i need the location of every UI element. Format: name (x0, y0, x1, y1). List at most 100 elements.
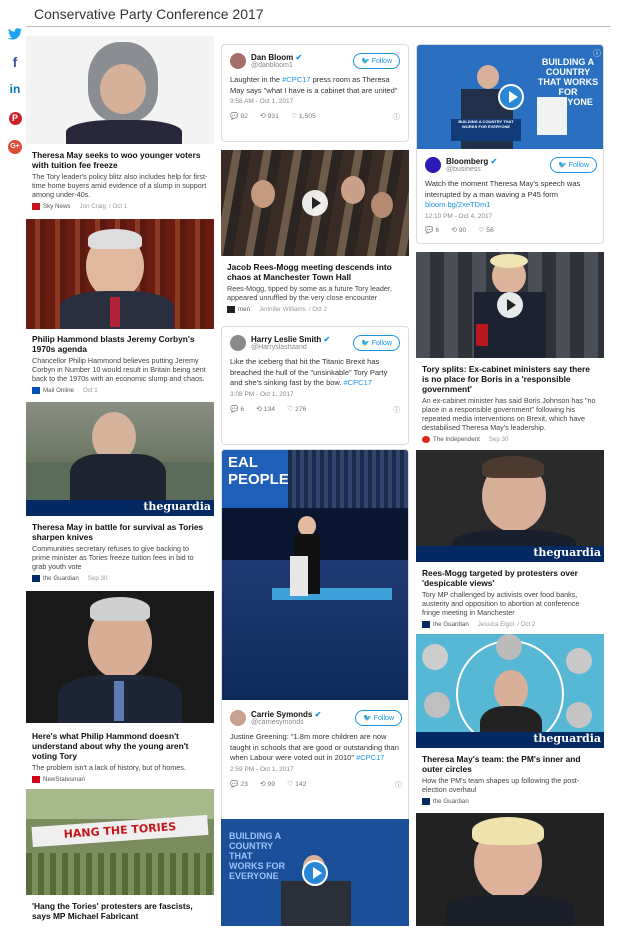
tweet-time[interactable]: 3:08 PM - Oct 1, 2017 (222, 389, 408, 398)
tweet-author[interactable]: Dan Bloom ✔ (251, 53, 348, 62)
like-button[interactable]: ♡ 56 (478, 226, 494, 234)
reply-button[interactable]: 💬 92 (230, 112, 248, 120)
info-icon[interactable]: ⓘ (393, 404, 400, 414)
tweet-time[interactable]: 2:59 PM - Oct 1, 2017 (222, 764, 408, 773)
guardian-logo-icon (422, 798, 430, 805)
tweet-card[interactable]: Dan Bloom ✔ @danbloom1 🐦 Follow Laughter… (221, 44, 409, 142)
pinterest-glyph: P (8, 112, 22, 125)
avatar (230, 710, 246, 726)
article-card[interactable]: Theresa May seeks to woo younger voters … (26, 36, 214, 216)
google-plus-glyph: G+ (8, 140, 22, 154)
hashtag-link[interactable]: #CPC17 (356, 753, 384, 762)
play-icon[interactable] (497, 292, 523, 318)
tweet-time[interactable]: 12:10 PM - Oct 4, 2017 (417, 211, 603, 220)
hashtag-link[interactable]: #CPC17 (344, 378, 372, 387)
info-icon[interactable]: ⓘ (395, 779, 402, 789)
video-thumbnail[interactable] (221, 150, 409, 256)
article-card[interactable]: theguardia Theresa May's team: the PM's … (416, 634, 604, 809)
tweet-handle[interactable]: @danbloom1 (251, 62, 348, 69)
article-card[interactable]: Philip Hammond blasts Jeremy Corbyn's 19… (26, 219, 214, 399)
follow-button[interactable]: 🐦 Follow (353, 335, 400, 351)
retweet-button[interactable]: ⟲ 90 (451, 226, 466, 234)
info-icon[interactable]: ⓘ (593, 48, 601, 59)
article-image (26, 219, 214, 329)
article-summary: How the PM's team shapes up following th… (422, 776, 580, 794)
article-headline[interactable]: Theresa May's team: the PM's inner and o… (416, 754, 604, 774)
newstatesman-logo-icon (32, 776, 40, 783)
article-card[interactable]: Jacob Rees-Mogg meeting descends into ch… (221, 150, 409, 320)
google-plus-icon[interactable]: G+ (6, 134, 24, 154)
article-summary: The Tory leader's policy blitz also incl… (32, 172, 208, 199)
like-button[interactable]: ♡ 142 (287, 780, 306, 788)
tweet-text: Laughter in the #CPC17 press room as The… (230, 75, 398, 95)
article-card[interactable]: Tory splits: Ex-cabinet ministers say th… (416, 252, 604, 448)
article-headline[interactable]: Theresa May seeks to woo younger voters … (26, 150, 214, 170)
share-bar: f in P G+ (6, 26, 24, 161)
play-icon[interactable] (302, 859, 328, 886)
tweet-time[interactable]: 9:58 AM - Oct 1, 2017 (222, 96, 408, 105)
article-image: HANG THE TORIES (26, 789, 214, 895)
guardian-watermark: theguardia (26, 500, 214, 516)
article-headline[interactable]: Philip Hammond blasts Jeremy Corbyn's 19… (26, 334, 214, 354)
video-thumbnail[interactable]: BUILDING A COUNTRY THAT WORKS FOR EVERYO… (221, 819, 409, 926)
article-card[interactable] (416, 813, 604, 926)
article-headline[interactable]: 'Hang the Tories' protesters are fascist… (26, 901, 214, 921)
article-headline[interactable]: Theresa May in battle for survival as To… (26, 522, 214, 542)
lectern-slogan: BUILDING A COUNTRY THAT WORKS FOR EVERYO… (451, 119, 521, 141)
reply-button[interactable]: 💬 6 (425, 226, 439, 234)
like-button[interactable]: ♡ 1,505 (291, 112, 316, 120)
guardian-logo-icon (32, 575, 40, 582)
tweet-handle[interactable]: @Harryslaststand (251, 344, 348, 351)
video-thumbnail[interactable] (416, 252, 604, 358)
reply-button[interactable]: 💬 23 (230, 780, 248, 788)
article-card[interactable]: theguardia Rees-Mogg targeted by protest… (416, 450, 604, 630)
tweet-author[interactable]: Harry Leslie Smith ✔ (251, 335, 348, 344)
article-date: Sep 30 (488, 436, 509, 443)
reply-button[interactable]: 💬 6 (230, 405, 244, 413)
video-card[interactable]: BUILDING A COUNTRY THAT WORKS FOR EVERYO… (221, 819, 409, 926)
tweet-author[interactable]: Carrie Symonds ✔ (251, 710, 350, 719)
video-thumbnail[interactable]: BUILDING A COUNTRY THAT WORKS FOR EVERYO… (417, 45, 603, 149)
tweet-card[interactable]: Harry Leslie Smith ✔ @Harryslaststand 🐦 … (221, 326, 409, 445)
article-card[interactable]: Here's what Philip Hammond doesn't under… (26, 591, 214, 786)
article-headline[interactable]: Tory splits: Ex-cabinet ministers say th… (416, 364, 604, 394)
article-summary: An ex-cabinet minister has said Boris Jo… (422, 396, 596, 432)
linkedin-icon[interactable]: in (6, 80, 24, 98)
article-headline[interactable]: Rees-Mogg targeted by protesters over 'd… (416, 568, 604, 588)
tweet-text: Watch the moment Theresa May's speech wa… (425, 179, 581, 209)
tweet-link[interactable]: bloom.bg/2xeTDm1 (425, 200, 490, 209)
info-icon[interactable]: ⓘ (393, 111, 400, 121)
facebook-icon[interactable]: f (6, 53, 24, 71)
follow-button[interactable]: 🐦 Follow (550, 157, 597, 173)
follow-button[interactable]: 🐦 Follow (353, 53, 400, 69)
article-headline[interactable]: Jacob Rees-Mogg meeting descends into ch… (221, 262, 409, 282)
avatar (425, 157, 441, 173)
hashtag-link[interactable]: #CPC17 (282, 75, 310, 84)
article-card[interactable]: theguardia Theresa May in battle for sur… (26, 402, 214, 584)
source-name: the Guardian (43, 575, 79, 582)
guardian-logo-icon (422, 621, 430, 628)
play-icon[interactable] (302, 190, 328, 216)
article-summary: Chancellor Philip Hammond believes putti… (32, 356, 206, 383)
tweet-card[interactable]: BUILDING A COUNTRY THAT WORKS FOR EVERYO… (416, 44, 604, 244)
retweet-button[interactable]: ⟲ 134 (256, 405, 275, 413)
avatar (230, 53, 246, 69)
follow-button[interactable]: 🐦 Follow (355, 710, 402, 726)
author-name: Jessica Elgot (477, 621, 515, 628)
twitter-icon[interactable] (6, 26, 24, 44)
like-button[interactable]: ♡ 276 (287, 405, 306, 413)
tweet-author[interactable]: Bloomberg ✔ (446, 157, 545, 166)
retweet-button[interactable]: ⟲ 99 (260, 780, 275, 788)
article-summary: The problem isn't a lack of history, but… (32, 763, 186, 772)
article-headline[interactable]: Here's what Philip Hammond doesn't under… (26, 731, 214, 761)
play-icon[interactable] (498, 84, 524, 110)
pinterest-icon[interactable]: P (6, 107, 24, 125)
article-source: the Guardian Sep 30 (26, 571, 214, 582)
retweet-button[interactable]: ⟲ 931 (260, 112, 279, 120)
tweet-image[interactable]: EAL PEOPLE (222, 450, 408, 700)
article-source: NewStatesman (26, 772, 214, 783)
tweet-card[interactable]: EAL PEOPLE Carrie Symonds ✔ @carriesymon… (221, 449, 409, 840)
tweet-handle[interactable]: @carriesymonds (251, 719, 350, 726)
tweet-handle[interactable]: @business (446, 166, 545, 173)
article-card[interactable]: HANG THE TORIES 'Hang the Tories' protes… (26, 789, 214, 929)
